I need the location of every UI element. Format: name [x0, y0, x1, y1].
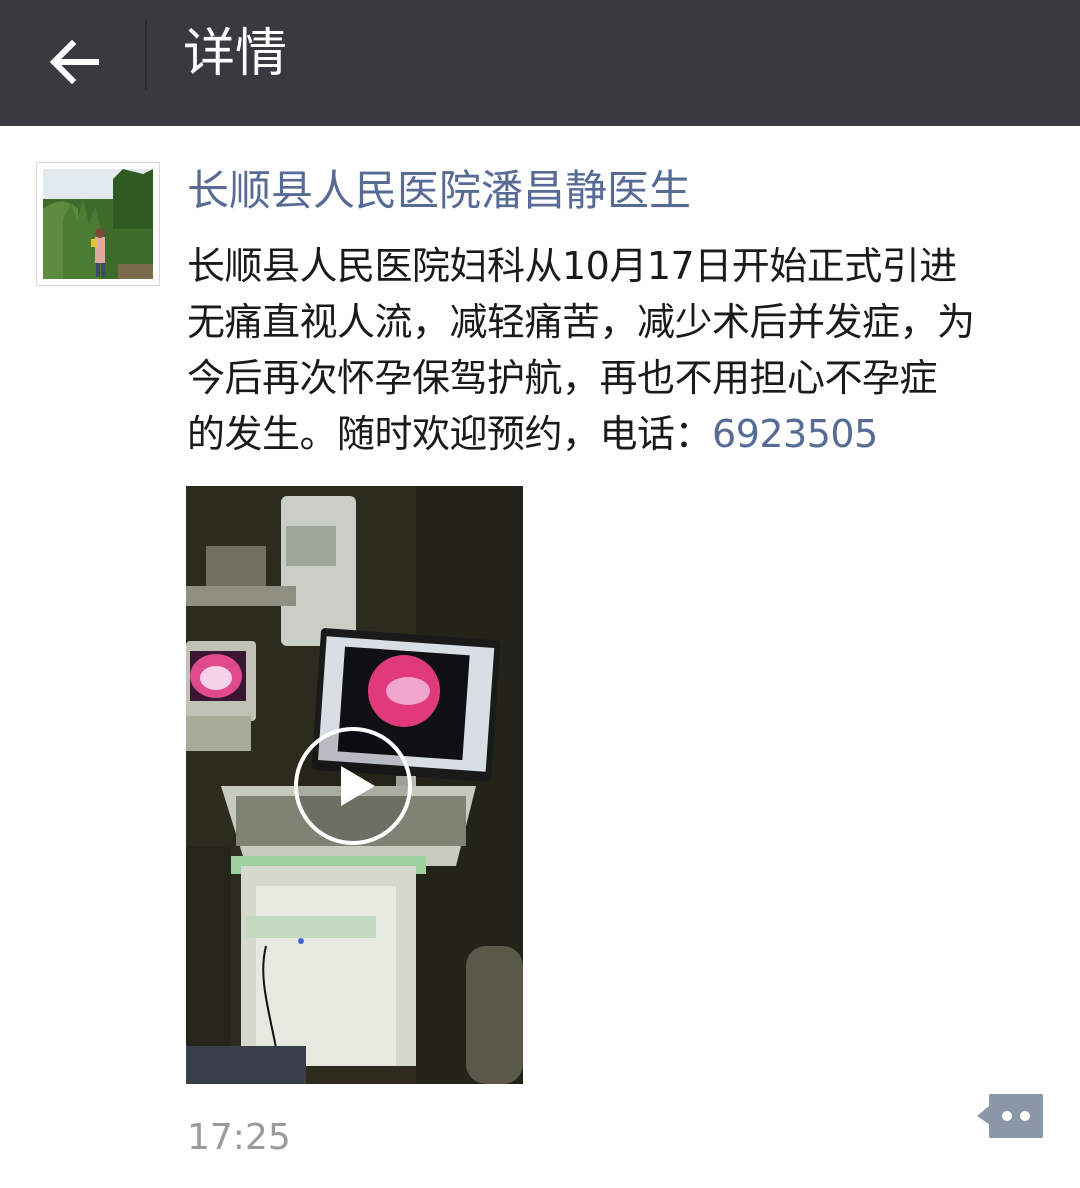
content-line-last: 的发生。随时欢迎预约，电话：6923505: [187, 406, 1047, 462]
comment-bubble-icon: [977, 1094, 1043, 1138]
page-title: 详情: [183, 24, 288, 84]
content-text: 的发生。随时欢迎预约，电话：: [187, 412, 713, 456]
video-thumbnail[interactable]: [186, 486, 523, 1084]
content-line: 无痛直视人流，减轻痛苦，减少术后并发症，为: [187, 300, 975, 344]
author-name[interactable]: 长顺县人民医院潘昌静医生: [187, 165, 691, 217]
phone-link[interactable]: 6923505: [712, 412, 878, 456]
play-button[interactable]: [293, 726, 413, 846]
arrow-left-icon: [49, 39, 99, 85]
avatar-image: [43, 169, 153, 279]
play-icon: [294, 727, 412, 845]
avatar[interactable]: [36, 162, 160, 286]
content-line: 今后再次怀孕保驾护航，再也不用担心不孕症: [187, 356, 938, 400]
top-bar: 详情: [0, 0, 1080, 126]
back-button[interactable]: [30, 18, 120, 108]
post-time: 17:25: [187, 1117, 291, 1158]
header-divider: [145, 20, 147, 90]
comment-button[interactable]: [975, 1090, 1045, 1140]
post-content: 长顺县人民医院妇科从10月17日开始正式引进 无痛直视人流，减轻痛苦，减少术后并…: [187, 238, 1047, 462]
content-line: 长顺县人民医院妇科从10月17日开始正式引进: [187, 244, 957, 288]
